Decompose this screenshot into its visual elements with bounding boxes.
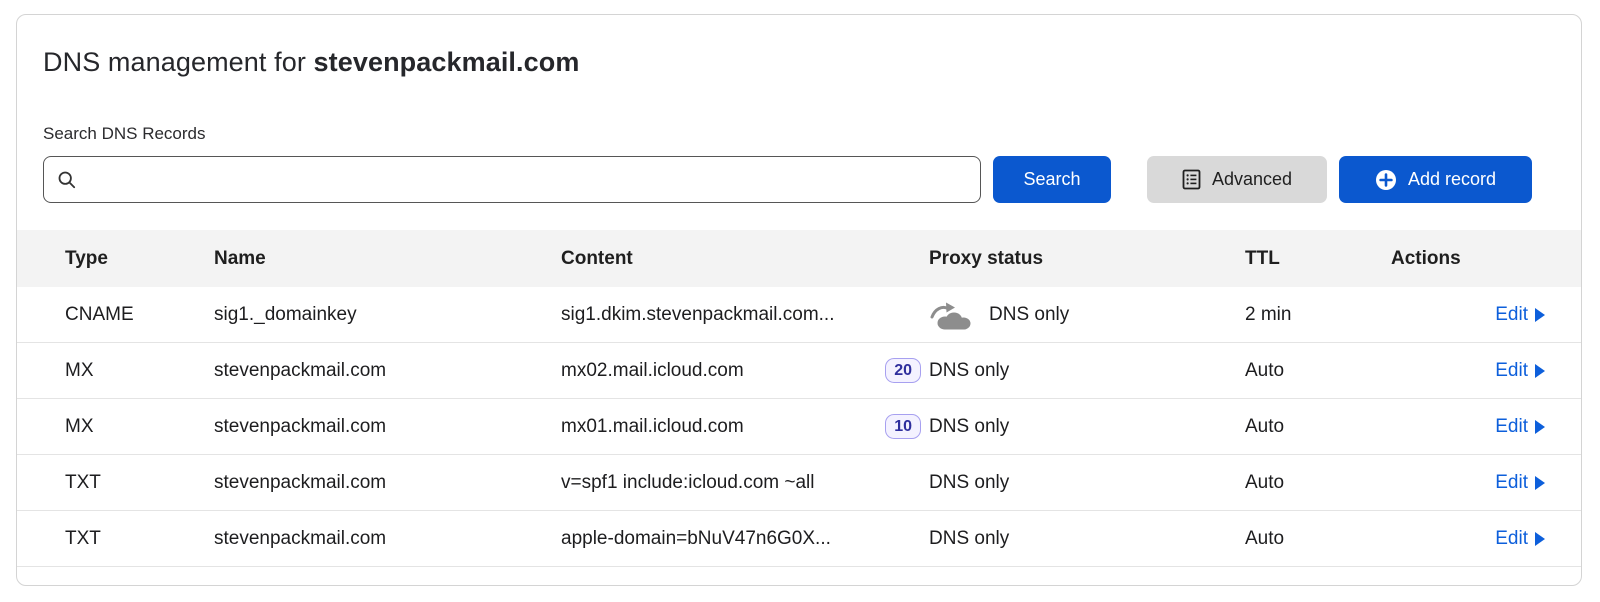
cell-proxy-status: DNS only xyxy=(929,416,1245,438)
cell-proxy-status: DNS only xyxy=(929,472,1245,494)
page-title-prefix: DNS management for xyxy=(43,47,314,77)
advanced-list-icon xyxy=(1182,169,1201,190)
column-header-content: Content xyxy=(561,248,929,270)
cell-type: MX xyxy=(65,416,214,438)
dns-records-table: Type Name Content Proxy status TTL Actio… xyxy=(17,230,1581,567)
edit-arrow-icon xyxy=(1535,532,1545,546)
advanced-button-label: Advanced xyxy=(1212,169,1292,190)
edit-arrow-icon xyxy=(1535,420,1545,434)
cell-name: sig1._domainkey xyxy=(214,304,561,326)
plus-circle-icon xyxy=(1375,169,1397,191)
edit-record-link[interactable]: Edit xyxy=(1495,416,1545,438)
edit-link-label: Edit xyxy=(1495,360,1528,382)
page-title: DNS management for stevenpackmail.com xyxy=(43,47,1555,78)
cell-content: v=spf1 include:icloud.com ~all xyxy=(561,472,814,494)
table-row: TXT stevenpackmail.com apple-domain=bNuV… xyxy=(17,511,1581,567)
cell-type: TXT xyxy=(65,528,214,550)
cell-type: TXT xyxy=(65,472,214,494)
edit-record-link[interactable]: Edit xyxy=(1495,360,1545,382)
search-label: Search DNS Records xyxy=(43,124,1555,144)
page-title-domain: stevenpackmail.com xyxy=(314,47,580,77)
cell-content: mx01.mail.icloud.com xyxy=(561,416,744,438)
edit-arrow-icon xyxy=(1535,476,1545,490)
mx-priority-badge: 10 xyxy=(885,414,921,439)
edit-link-label: Edit xyxy=(1495,472,1528,494)
cell-content: apple-domain=bNuV47n6G0X... xyxy=(561,528,831,550)
table-row: CNAME sig1._domainkey sig1.dkim.stevenpa… xyxy=(17,287,1581,343)
cell-type: CNAME xyxy=(65,304,214,326)
proxy-status-label: DNS only xyxy=(989,304,1069,326)
edit-link-label: Edit xyxy=(1495,528,1528,550)
table-header-row: Type Name Content Proxy status TTL Actio… xyxy=(17,230,1581,287)
cell-name: stevenpackmail.com xyxy=(214,528,561,550)
edit-link-label: Edit xyxy=(1495,304,1528,326)
edit-arrow-icon xyxy=(1535,364,1545,378)
advanced-button[interactable]: Advanced xyxy=(1147,156,1327,203)
cell-content: sig1.dkim.stevenpackmail.com... xyxy=(561,304,835,326)
proxy-status-label: DNS only xyxy=(929,528,1009,550)
edit-record-link[interactable]: Edit xyxy=(1495,528,1545,550)
cell-ttl: Auto xyxy=(1245,528,1391,550)
cell-ttl: 2 min xyxy=(1245,304,1391,326)
cell-name: stevenpackmail.com xyxy=(214,416,561,438)
proxy-status-label: DNS only xyxy=(929,472,1009,494)
table-row: MX stevenpackmail.com mx01.mail.icloud.c… xyxy=(17,399,1581,455)
search-box[interactable] xyxy=(43,156,981,203)
proxy-status-label: DNS only xyxy=(929,360,1009,382)
proxy-status-label: DNS only xyxy=(929,416,1009,438)
edit-record-link[interactable]: Edit xyxy=(1495,472,1545,494)
cell-ttl: Auto xyxy=(1245,416,1391,438)
cell-proxy-status: DNS only xyxy=(929,528,1245,550)
search-toolbar: Search Advanced Add record xyxy=(43,156,1555,203)
add-record-button[interactable]: Add record xyxy=(1339,156,1532,203)
cell-ttl: Auto xyxy=(1245,360,1391,382)
column-header-type: Type xyxy=(65,248,214,270)
search-button[interactable]: Search xyxy=(993,156,1111,203)
cell-content: mx02.mail.icloud.com xyxy=(561,360,744,382)
cell-name: stevenpackmail.com xyxy=(214,360,561,382)
column-header-name: Name xyxy=(214,248,561,270)
column-header-actions: Actions xyxy=(1391,248,1545,270)
column-header-ttl: TTL xyxy=(1245,248,1391,270)
edit-record-link[interactable]: Edit xyxy=(1495,304,1545,326)
search-input[interactable] xyxy=(87,169,967,191)
table-row: TXT stevenpackmail.com v=spf1 include:ic… xyxy=(17,455,1581,511)
add-record-button-label: Add record xyxy=(1408,169,1496,190)
dns-only-cloud-icon xyxy=(929,299,975,330)
column-header-proxy-status: Proxy status xyxy=(929,248,1245,270)
table-row: MX stevenpackmail.com mx02.mail.icloud.c… xyxy=(17,343,1581,399)
cell-proxy-status: DNS only xyxy=(929,360,1245,382)
search-icon xyxy=(57,170,77,190)
mx-priority-badge: 20 xyxy=(885,358,921,383)
edit-link-label: Edit xyxy=(1495,416,1528,438)
cell-ttl: Auto xyxy=(1245,472,1391,494)
cell-proxy-status: DNS only xyxy=(929,299,1245,330)
dns-management-card: DNS management for stevenpackmail.com Se… xyxy=(16,14,1582,586)
cell-name: stevenpackmail.com xyxy=(214,472,561,494)
edit-arrow-icon xyxy=(1535,308,1545,322)
cell-type: MX xyxy=(65,360,214,382)
